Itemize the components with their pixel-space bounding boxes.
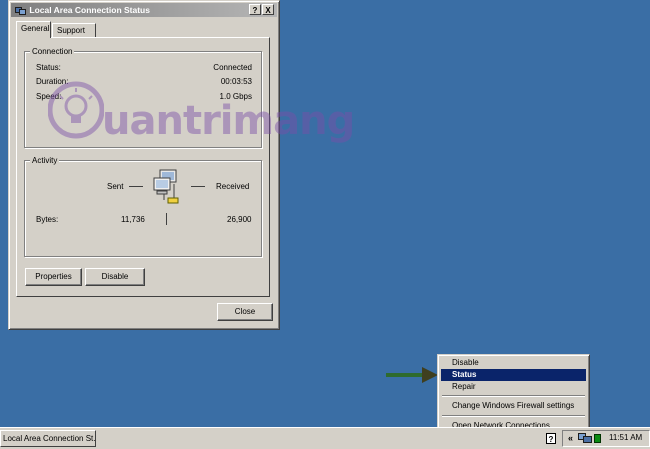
network-tray-icon[interactable] xyxy=(578,433,592,444)
disable-button[interactable]: Disable xyxy=(85,268,145,286)
help-icon[interactable]: ? xyxy=(546,433,556,444)
taskbar-button-connection-status[interactable]: Local Area Connection St... xyxy=(0,430,96,447)
status-value: Connected xyxy=(213,63,252,72)
activity-group-label: Activity xyxy=(30,155,60,166)
sent-label: Sent xyxy=(107,182,124,191)
tray-expand-icon[interactable]: « xyxy=(568,433,573,443)
status-label: Status: xyxy=(36,63,61,72)
computers-activity-icon xyxy=(153,169,179,204)
bytes-separator xyxy=(166,213,167,225)
bytes-sent-value: 11,736 xyxy=(121,215,145,224)
bytes-received-value: 26,900 xyxy=(227,215,252,224)
menu-item-firewall-settings[interactable]: Change Windows Firewall settings xyxy=(441,400,586,412)
pointer-arrow-icon xyxy=(386,367,438,383)
close-window-button[interactable]: X xyxy=(262,4,274,15)
context-menu: Disable Status Repair Change Windows Fir… xyxy=(437,354,590,435)
bytes-label: Bytes: xyxy=(36,215,59,224)
received-label: Received xyxy=(216,182,250,191)
menu-item-disable[interactable]: Disable xyxy=(441,357,586,369)
sent-divider xyxy=(129,186,143,187)
network-connection-icon xyxy=(15,6,26,15)
tab-support[interactable]: Support xyxy=(52,23,96,37)
system-tray: « 11:51 AM xyxy=(562,430,650,447)
status-tray-icon[interactable] xyxy=(594,434,601,443)
properties-button[interactable]: Properties xyxy=(25,268,82,286)
menu-separator xyxy=(442,395,585,397)
received-divider xyxy=(191,186,205,187)
taskbar: Local Area Connection St... ? « 11:51 AM xyxy=(0,427,650,449)
lightbulb-icon xyxy=(47,81,105,139)
help-button[interactable]: ? xyxy=(249,4,261,15)
window-title: Local Area Connection Status xyxy=(29,5,150,15)
tab-general[interactable]: General xyxy=(16,21,51,38)
title-bar[interactable]: Local Area Connection Status ? X xyxy=(11,3,277,17)
watermark-logo: uantrimang xyxy=(47,80,355,144)
watermark-text: uantrimang xyxy=(102,98,355,144)
menu-item-status[interactable]: Status xyxy=(441,369,586,381)
close-button[interactable]: Close xyxy=(217,303,273,321)
connection-group-label: Connection xyxy=(30,46,75,57)
menu-separator xyxy=(442,415,585,417)
activity-group: Activity xyxy=(24,155,262,257)
clock[interactable]: 11:51 AM xyxy=(609,433,642,442)
menu-item-repair[interactable]: Repair xyxy=(441,381,586,393)
duration-value: 00:03:53 xyxy=(220,77,252,86)
